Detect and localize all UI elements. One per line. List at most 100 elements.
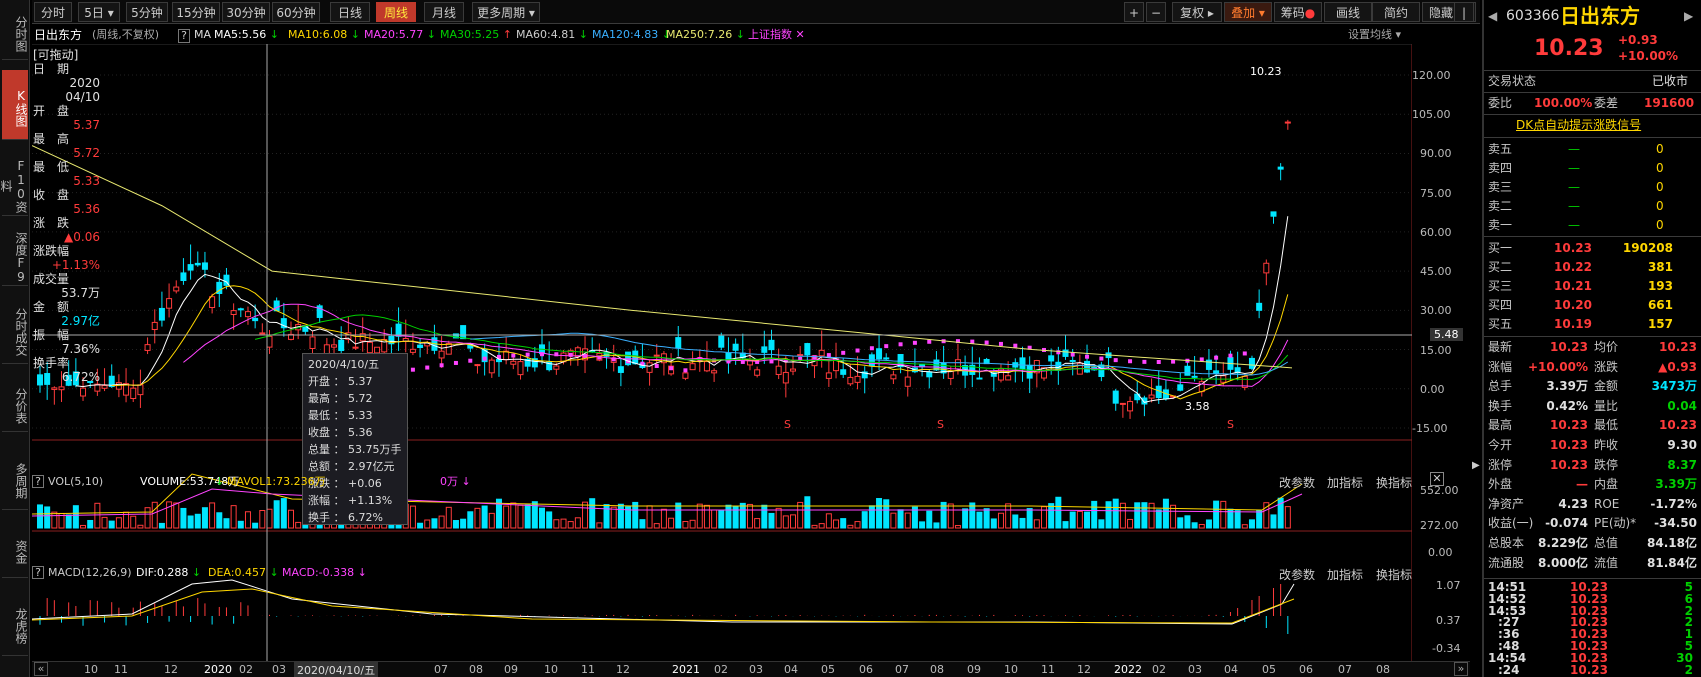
candle-body bbox=[818, 349, 825, 357]
ma-settings[interactable]: 设置均线 ▾ bbox=[1348, 26, 1401, 44]
hover-value: ▲0.06 bbox=[64, 230, 100, 244]
volume-bar bbox=[510, 502, 517, 529]
volume-bar bbox=[1241, 524, 1248, 529]
index-overlay-mark bbox=[1085, 354, 1090, 359]
period-week[interactable]: 周线 bbox=[376, 2, 416, 22]
simple-button[interactable]: 简约 bbox=[1372, 2, 1420, 22]
price-tick: 90.00 bbox=[1420, 147, 1452, 161]
zoom-out-button[interactable]: − bbox=[1146, 2, 1166, 22]
tab-depth-f9[interactable]: 深度F9 bbox=[2, 224, 28, 286]
volume-bar bbox=[546, 511, 553, 529]
hover-value: 5.33 bbox=[73, 174, 100, 188]
vol-help-icon[interactable]: ? bbox=[32, 475, 44, 488]
vol-switch-indicator[interactable]: 换指标 bbox=[1376, 474, 1412, 491]
volume-bar bbox=[295, 521, 302, 529]
volume-bar bbox=[1270, 514, 1277, 529]
tick-row: 14:54 10.23 30 bbox=[1484, 652, 1701, 664]
time-tick: 2020 bbox=[204, 663, 232, 676]
draw-line-button[interactable]: 画线 bbox=[1324, 2, 1372, 22]
volume-bar bbox=[101, 516, 108, 529]
candle-body bbox=[173, 286, 180, 292]
period-day[interactable]: 日线 bbox=[330, 2, 370, 22]
period-5day[interactable]: 5日 ▾ bbox=[78, 2, 120, 22]
volume-bar bbox=[144, 507, 151, 529]
dk-signal-link[interactable]: DK点自动提示涨跌信号 bbox=[1516, 116, 1641, 135]
back-icon[interactable]: ◀ bbox=[1488, 4, 1497, 28]
scroll-right-icon[interactable]: » bbox=[1454, 662, 1468, 676]
volume-bar bbox=[37, 504, 43, 529]
index-overlay-mark bbox=[439, 363, 444, 368]
time-tick: 08 bbox=[930, 663, 944, 676]
volume-bar bbox=[739, 502, 746, 529]
overlay-index[interactable]: 上证指数 ✕ bbox=[748, 26, 805, 44]
sell-level-row[interactable]: 卖三 — 0 bbox=[1484, 178, 1701, 196]
tab-funds[interactable]: 资金 bbox=[2, 520, 28, 578]
sell-level-row[interactable]: 卖一 — 0 bbox=[1484, 216, 1701, 234]
vol-edit-params[interactable]: 改参数 bbox=[1279, 474, 1315, 491]
stat-value: 4.23 bbox=[1558, 496, 1588, 511]
period-timeshare[interactable]: 分时 bbox=[34, 2, 72, 22]
tab-price-volume[interactable]: 分价表 bbox=[2, 374, 28, 432]
candle-body bbox=[137, 384, 144, 396]
sell-level-row[interactable]: 卖五 — 0 bbox=[1484, 140, 1701, 158]
period-toolbar: 分时 5日 ▾ 5分钟 15分钟 30分钟 60分钟 日线 周线 月线 更多周期… bbox=[32, 0, 1480, 24]
time-tick: 11 bbox=[1041, 663, 1055, 676]
tab-timeshare[interactable]: 分时图 bbox=[2, 2, 28, 60]
hover-value: 5.36 bbox=[73, 202, 100, 216]
overlay-button[interactable]: 叠加 ▾ bbox=[1224, 2, 1272, 22]
volume-bar bbox=[259, 510, 266, 529]
ma250-value: MA250:7.26 ↓ bbox=[666, 28, 745, 41]
candle-body bbox=[825, 372, 832, 379]
macd-edit-params[interactable]: 改参数 bbox=[1279, 566, 1315, 583]
adjust-button[interactable]: 复权 ▸ bbox=[1172, 2, 1222, 22]
macd-add-indicator[interactable]: 加指标 bbox=[1327, 566, 1363, 583]
forward-icon[interactable]: ▶ bbox=[1684, 4, 1693, 28]
volume-bar bbox=[273, 500, 280, 529]
vol-add-indicator[interactable]: 加指标 bbox=[1327, 474, 1363, 491]
macd-help-icon[interactable]: ? bbox=[32, 566, 44, 579]
quote-panel: ◀ 603366 日出东方 ▶ 10.23 +0.93 +10.00% 交易状态… bbox=[1482, 0, 1701, 677]
macd-header: ? MACD(12,26,9) DIF:0.288 ↓ DEA:0.457 ↓ … bbox=[32, 566, 1412, 580]
candle-body bbox=[675, 337, 682, 349]
period-30min[interactable]: 30分钟 bbox=[222, 2, 270, 22]
buy-level-row[interactable]: 买一 10.23 190208 bbox=[1484, 239, 1701, 257]
period-5min[interactable]: 5分钟 bbox=[126, 2, 168, 22]
period-60min[interactable]: 60分钟 bbox=[272, 2, 320, 22]
chips-button[interactable]: 筹码● bbox=[1274, 2, 1322, 22]
help-icon[interactable]: ? bbox=[178, 29, 190, 43]
drag-label: [可拖动] bbox=[33, 48, 79, 62]
macd-switch-indicator[interactable]: 换指标 bbox=[1376, 566, 1412, 583]
volume-bar bbox=[517, 504, 524, 529]
period-15min[interactable]: 15分钟 bbox=[172, 2, 220, 22]
stat-value: +10.00% bbox=[1527, 359, 1588, 374]
volume-bar bbox=[460, 518, 467, 529]
tab-f10[interactable]: F10资料 bbox=[0, 150, 28, 216]
stat-label: 总值 bbox=[1594, 536, 1619, 550]
macd-dif: DIF:0.288 ↓ bbox=[136, 566, 202, 579]
buy-level-row[interactable]: 买二 10.22 381 bbox=[1484, 258, 1701, 276]
splitter-handle[interactable]: ▶ bbox=[1472, 460, 1480, 480]
hover-data-panel[interactable]: [可拖动] 日 期 2020 04/10 开 盘 5.37 最 高 5.72 最 低 5.33 收… bbox=[33, 48, 100, 384]
buy-level-row[interactable]: 买四 10.20 661 bbox=[1484, 296, 1701, 314]
zoom-in-button[interactable]: + bbox=[1124, 2, 1144, 22]
buy-level-row[interactable]: 买五 10.19 157 bbox=[1484, 315, 1701, 333]
ma5-value: MA5:5.56 ↓ bbox=[214, 28, 279, 41]
tab-dragon-tiger[interactable]: 龙虎榜 bbox=[2, 590, 28, 656]
tab-multi-period[interactable]: 多周期 bbox=[2, 446, 28, 510]
period-month[interactable]: 月线 bbox=[424, 2, 464, 22]
sell-level-row[interactable]: 卖二 — 0 bbox=[1484, 197, 1701, 215]
time-tick: 04 bbox=[1224, 663, 1238, 676]
index-overlay-mark bbox=[468, 358, 473, 363]
period-more[interactable]: 更多周期 ▾ bbox=[472, 2, 540, 22]
candle-body bbox=[58, 386, 65, 391]
tab-tick-trades[interactable]: 分时成交 bbox=[2, 294, 28, 364]
buy-level-row[interactable]: 买三 10.21 193 bbox=[1484, 277, 1701, 295]
tab-kline[interactable]: K线图 bbox=[2, 70, 28, 140]
high-price-label: 10.23 bbox=[1250, 65, 1282, 78]
scroll-left-icon[interactable]: « bbox=[34, 662, 48, 676]
collapse-panel-button[interactable]: | bbox=[1454, 2, 1474, 22]
sell-level-row[interactable]: 卖四 — 0 bbox=[1484, 159, 1701, 177]
index-overlay-mark bbox=[1013, 343, 1018, 348]
candle-body bbox=[80, 387, 87, 397]
index-overlay-mark bbox=[1128, 359, 1133, 364]
